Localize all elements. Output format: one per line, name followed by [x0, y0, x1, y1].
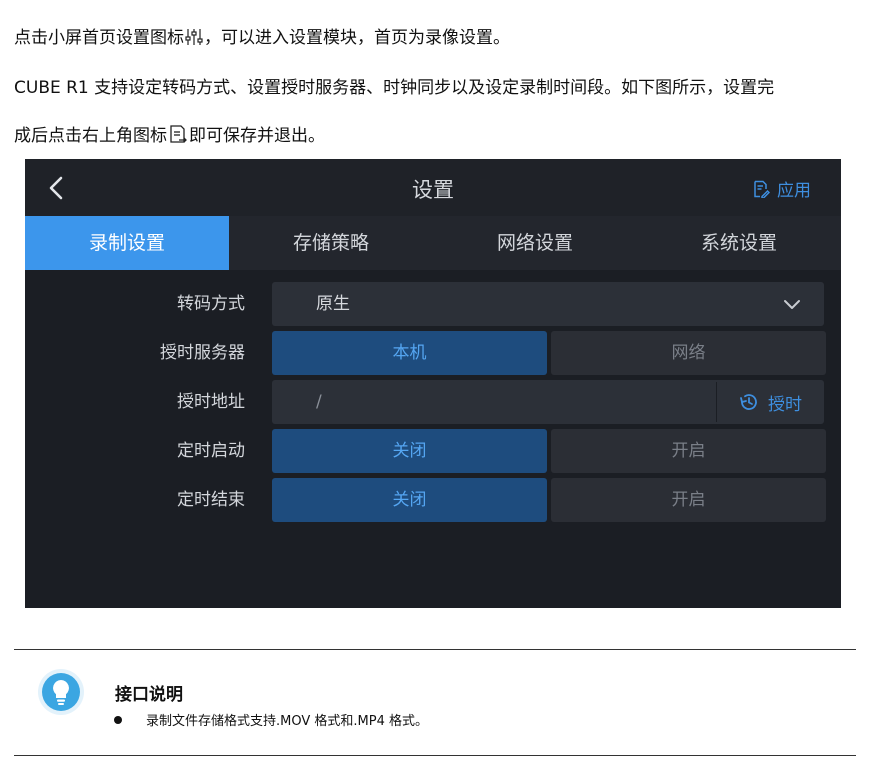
- divider: [716, 382, 717, 422]
- paragraph-body: CUBE R1 支持设定转码方式、设置授时服务器、时钟同步以及设定录制时间段。如…: [14, 78, 775, 98]
- tab-system-settings[interactable]: 系统设置: [637, 216, 841, 270]
- page-title: 设置: [412, 178, 454, 202]
- time-address-label: 授时地址: [177, 392, 245, 412]
- note-item-text: 录制文件存储格式支持.MOV 格式和.MP4 格式。: [146, 714, 428, 729]
- timer-start-label: 定时启动: [177, 441, 245, 461]
- transcode-select[interactable]: 原生: [272, 282, 824, 326]
- sliders-icon: [185, 28, 203, 52]
- timer-start-on-option[interactable]: 开启: [551, 429, 826, 473]
- time-server-row: 授时服务器 本机 网络: [25, 331, 841, 375]
- note-title: 接口说明: [115, 685, 183, 705]
- settings-screen: 设置 应用 录制设置 存储策略 网络设置 系统设置 转码方式 原生 授时服务器 …: [25, 159, 841, 608]
- paragraph-text: ，可以进入设置模块，首页为录像设置。: [204, 28, 510, 48]
- lightbulb-icon: [37, 668, 85, 716]
- timer-end-off-option[interactable]: 关闭: [272, 478, 547, 522]
- time-address-field: 授时: [272, 380, 824, 424]
- save-document-icon: [168, 124, 188, 150]
- clock-sync-icon: [740, 394, 757, 410]
- transcode-value: 原生: [316, 294, 350, 314]
- paragraph-body-cont: 成后点击右上角图标 即可保存并退出。: [14, 124, 325, 150]
- tab-recording-settings[interactable]: 录制设置: [25, 216, 229, 270]
- time-server-label: 授时服务器: [160, 343, 245, 363]
- time-address-row: 授时地址 授时: [25, 380, 841, 424]
- apply-button[interactable]: 应用: [752, 176, 811, 201]
- timer-end-on-option[interactable]: 开启: [551, 478, 826, 522]
- note-list-item: 录制文件存储格式支持.MOV 格式和.MP4 格式。: [114, 710, 428, 729]
- title-bar: 设置 应用: [25, 159, 841, 216]
- divider-top: [14, 649, 856, 650]
- transcode-row: 转码方式 原生: [25, 282, 841, 326]
- time-address-input[interactable]: [272, 380, 712, 424]
- time-server-local-option[interactable]: 本机: [272, 331, 547, 375]
- paragraph-intro: 点击小屏首页设置图标 ，可以进入设置模块，首页为录像设置。: [14, 27, 510, 52]
- apply-label: 应用: [777, 181, 811, 201]
- paragraph-text: 即可保存并退出。: [189, 126, 325, 146]
- paragraph-text: 点击小屏首页设置图标: [14, 28, 184, 48]
- time-server-network-option[interactable]: 网络: [551, 331, 826, 375]
- paragraph-text: 成后点击右上角图标: [14, 126, 167, 146]
- timer-start-off-option[interactable]: 关闭: [272, 429, 547, 473]
- tab-network-settings[interactable]: 网络设置: [433, 216, 637, 270]
- time-sync-label: 授时: [768, 394, 802, 415]
- divider-bottom: [14, 755, 856, 756]
- bullet: [114, 715, 122, 724]
- transcode-label: 转码方式: [177, 294, 245, 314]
- chevron-down-icon: [784, 300, 800, 309]
- document-edit-icon: [754, 180, 770, 198]
- timer-end-label: 定时结束: [177, 490, 245, 510]
- tab-storage-policy[interactable]: 存储策略: [229, 216, 433, 270]
- time-sync-button[interactable]: 授时: [738, 380, 802, 424]
- timer-end-row: 定时结束 关闭 开启: [25, 478, 841, 522]
- tab-bar: 录制设置 存储策略 网络设置 系统设置: [25, 216, 841, 270]
- timer-start-row: 定时启动 关闭 开启: [25, 429, 841, 473]
